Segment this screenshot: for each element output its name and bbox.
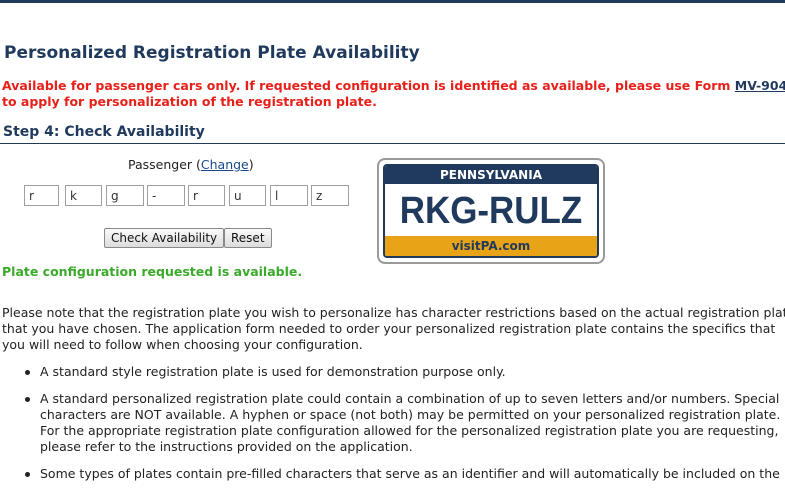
page-title: Personalized Registration Plate Availabi… [4,43,420,63]
form-mv904-link[interactable]: MV-904 [735,78,785,93]
plate-char-input-6[interactable] [229,185,266,206]
plate-char-input-8[interactable] [311,185,349,206]
plate-char-input-1[interactable] [24,185,59,206]
plate-char-input-7[interactable] [270,185,308,206]
change-plate-type-link[interactable]: Change [201,157,249,172]
plate-char-input-4[interactable] [147,185,185,206]
list-item: Some types of plates contain pre-filled … [0,466,785,482]
plate-type-close: ) [248,157,254,172]
availability-result: Plate configuration requested is availab… [2,264,303,279]
step-heading: Step 4: Check Availability [3,124,205,140]
plate-footer: visitPA.com [385,236,597,256]
availability-notice: Available for passenger cars only. If re… [2,78,785,110]
plate-char-input-2[interactable] [65,185,102,206]
list-item-text: A standard personalized registration pla… [40,391,781,454]
plate-char-input-5[interactable] [188,185,225,206]
check-availability-button[interactable]: Check Availability [104,228,225,248]
step-divider [0,143,785,144]
notice-text-start: Available for passenger cars only. If re… [2,78,735,93]
plate-type-text: Passenger ( [128,157,201,172]
bullet-icon [25,397,30,402]
plate-char-input-3[interactable] [106,185,144,206]
plate-face: PENNSYLVANIA RKG-RULZ visitPA.com [383,164,599,258]
plate-number: RKG-RULZ [399,190,583,232]
info-list: A standard style registration plate is u… [0,364,785,493]
notice-text-end: to apply for personalization of the regi… [2,94,377,109]
list-item-text: A standard style registration plate is u… [40,364,506,379]
restrictions-paragraph: Please note that the registration plate … [2,305,785,352]
reset-button[interactable]: Reset [224,228,272,248]
top-border [0,0,785,3]
bullet-icon [25,472,30,477]
list-item-text: Some types of plates contain pre-filled … [40,466,780,481]
list-item: A standard personalized registration pla… [0,391,785,455]
plate-state-banner: PENNSYLVANIA [385,166,597,184]
plate-type-label: Passenger (Change) [128,157,254,172]
bullet-icon [25,370,30,375]
plate-preview: PENNSYLVANIA RKG-RULZ visitPA.com [377,158,605,264]
list-item: A standard style registration plate is u… [0,364,785,380]
